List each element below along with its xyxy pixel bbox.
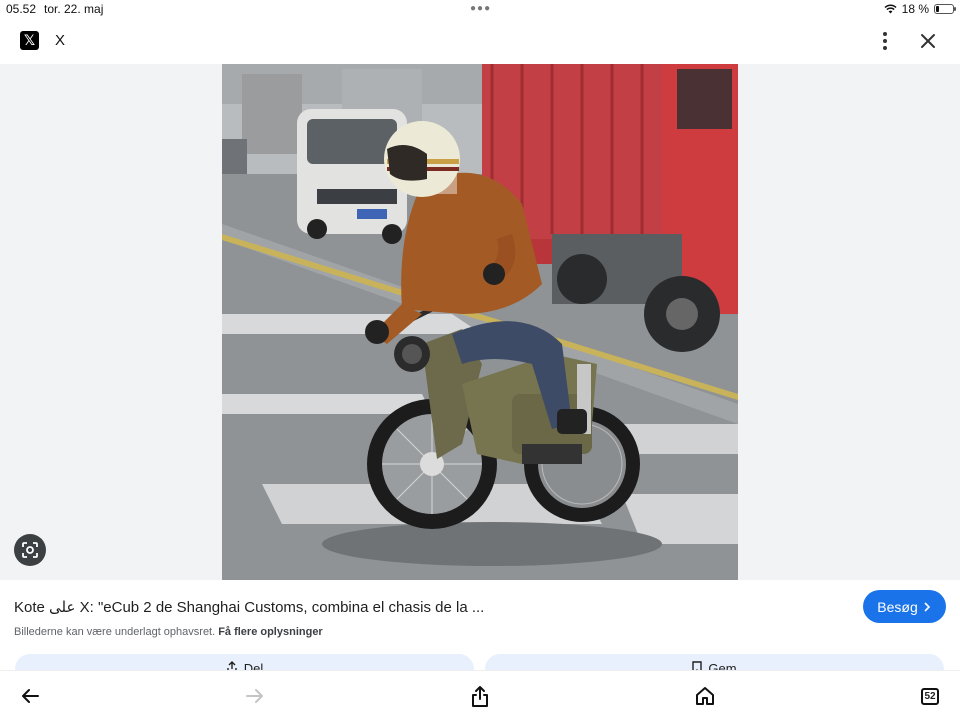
tabs-button[interactable]: 52 (917, 683, 943, 709)
result-info: Kote على X: "eCub 2 de Shanghai Customs,… (0, 580, 960, 684)
multitasking-dots-icon[interactable]: ●●● (470, 3, 491, 14)
battery-icon (934, 4, 956, 14)
status-indicators: 18 % (884, 2, 956, 16)
browser-toolbar: 52 (0, 670, 960, 720)
result-image[interactable] (222, 64, 738, 580)
home-icon (696, 687, 714, 705)
more-vert-icon[interactable] (876, 28, 894, 54)
close-icon[interactable] (916, 29, 940, 53)
back-button[interactable] (17, 683, 43, 709)
arrow-right-icon (246, 689, 263, 703)
battery-level (936, 6, 939, 12)
status-time: 05.52 (6, 2, 37, 16)
home-button[interactable] (692, 683, 718, 709)
copyright-text: Billederne kan være underlagt ophavsret. (14, 626, 216, 638)
result-title[interactable]: Kote على X: "eCub 2 de Shanghai Customs,… (14, 598, 844, 616)
arrow-left-icon (22, 689, 39, 703)
tabs-count: 52 (921, 687, 939, 705)
motorcycle-photo (222, 64, 738, 580)
visit-label: Besøg (877, 598, 918, 615)
share-page-button[interactable] (467, 683, 493, 709)
status-bar: 05.52 tor. 22. maj ●●● 18 % (0, 0, 960, 18)
battery-percent: 18 % (901, 2, 929, 16)
status-date: tor. 22. maj (44, 2, 104, 16)
share-icon (472, 686, 488, 707)
chevron-right-icon (924, 601, 930, 612)
copyright-note: Billederne kan være underlagt ophavsret.… (14, 626, 323, 638)
header: 𝕏 X (0, 18, 960, 64)
visit-button[interactable]: Besøg (863, 590, 946, 623)
wifi-icon (884, 4, 897, 14)
lens-icon (22, 542, 38, 558)
x-logo-icon: 𝕏 (20, 31, 39, 50)
forward-button[interactable] (242, 683, 268, 709)
site-name[interactable]: X (55, 32, 65, 49)
more-info-link[interactable]: Få flere oplysninger (218, 626, 323, 638)
image-viewer (0, 64, 960, 580)
lens-search-button[interactable] (14, 534, 46, 566)
